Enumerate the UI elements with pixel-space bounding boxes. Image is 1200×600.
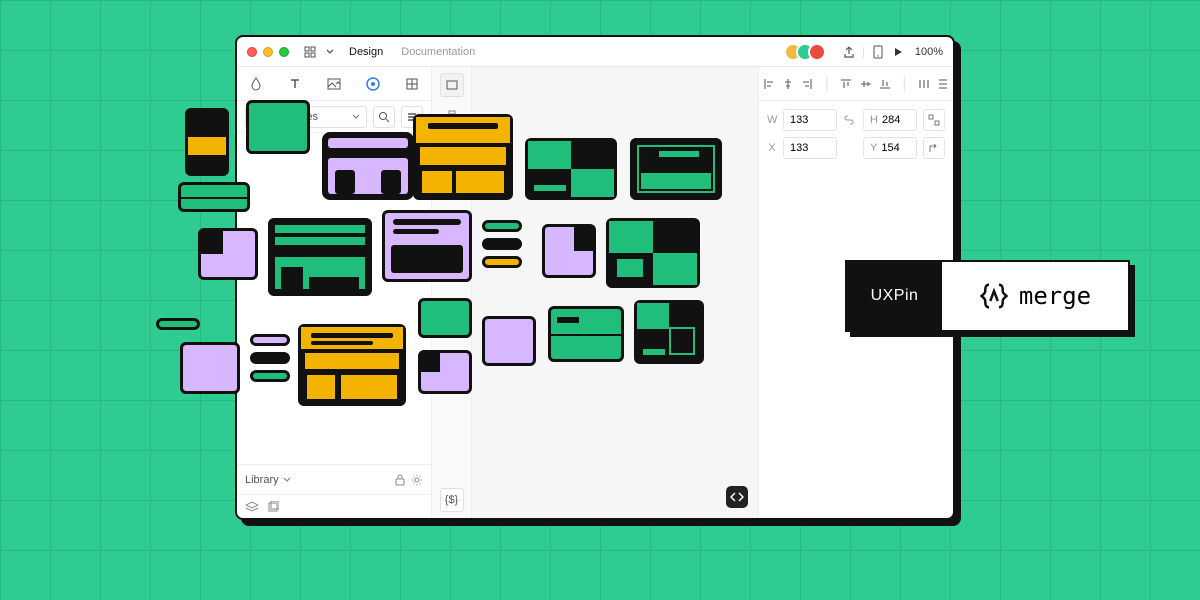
form-icon[interactable]: [404, 76, 420, 92]
circle-tool[interactable]: [440, 105, 464, 129]
collaborator-avatars[interactable]: [790, 43, 826, 61]
text-icon[interactable]: [287, 76, 303, 92]
brand-label: UXPin: [847, 262, 942, 330]
width-field[interactable]: 133: [783, 109, 837, 131]
product-label: merge: [942, 262, 1128, 330]
pages-icon[interactable]: [267, 501, 279, 513]
play-icon[interactable]: [891, 45, 905, 59]
tab-design[interactable]: Design: [343, 46, 389, 58]
search-icon[interactable]: [373, 106, 395, 128]
category-filter: All categories: [237, 101, 431, 133]
image-icon[interactable]: [326, 76, 342, 92]
code-icon[interactable]: [726, 486, 748, 508]
distribute-v-icon[interactable]: [936, 77, 950, 91]
titlebar: Design Documentation | 100%: [237, 37, 953, 67]
align-right-icon[interactable]: [800, 77, 814, 91]
window-controls: [247, 47, 289, 57]
layers-icon[interactable]: [245, 501, 259, 513]
lock-icon[interactable]: [395, 474, 405, 486]
shape-toolbar: {$}: [432, 67, 472, 518]
device-icon[interactable]: [871, 45, 885, 59]
variables-icon[interactable]: {$}: [440, 488, 464, 512]
rect-tool[interactable]: [440, 73, 464, 97]
align-left-icon[interactable]: [762, 77, 776, 91]
ratio-icon[interactable]: [923, 109, 945, 131]
category-label: All categories: [252, 111, 318, 123]
ink-icon[interactable]: [248, 76, 264, 92]
list-icon[interactable]: [401, 106, 423, 128]
distribute-h-icon[interactable]: [917, 77, 931, 91]
maximize-icon[interactable]: [279, 47, 289, 57]
x-field[interactable]: 133: [783, 137, 837, 159]
design-canvas[interactable]: [472, 67, 758, 518]
zoom-level[interactable]: 100%: [915, 46, 943, 58]
minimize-icon[interactable]: [263, 47, 273, 57]
dimensions-group: W 133 H284 X 133 Y154: [759, 101, 953, 167]
height-field[interactable]: H284: [863, 109, 917, 131]
align-middle-icon[interactable]: [859, 77, 873, 91]
align-center-h-icon[interactable]: [781, 77, 795, 91]
tool-tabs: [237, 67, 431, 101]
link-icon[interactable]: [843, 114, 857, 126]
category-select[interactable]: All categories: [245, 106, 367, 128]
library-bar: Library: [237, 464, 431, 494]
alignment-row: | |: [759, 67, 953, 101]
rotate-icon[interactable]: [923, 137, 945, 159]
component-palette: [237, 133, 431, 464]
layers-strip: [237, 494, 431, 518]
library-label: Library: [245, 474, 279, 486]
align-bottom-icon[interactable]: [878, 77, 892, 91]
width-label: W: [767, 114, 777, 126]
components-icon[interactable]: [365, 76, 381, 92]
merge-badge: UXPin merge: [845, 260, 1130, 332]
y-field[interactable]: Y154: [863, 137, 917, 159]
align-top-icon[interactable]: [839, 77, 853, 91]
close-icon[interactable]: [247, 47, 257, 57]
x-label: X: [767, 142, 777, 154]
library-select[interactable]: Library: [245, 474, 389, 486]
chevron-down-icon[interactable]: [323, 45, 337, 59]
left-sidebar: All categories Library: [237, 67, 432, 518]
tab-documentation[interactable]: Documentation: [395, 46, 481, 58]
apps-icon[interactable]: [303, 45, 317, 59]
gear-icon[interactable]: [411, 474, 423, 486]
share-icon[interactable]: [842, 45, 856, 59]
